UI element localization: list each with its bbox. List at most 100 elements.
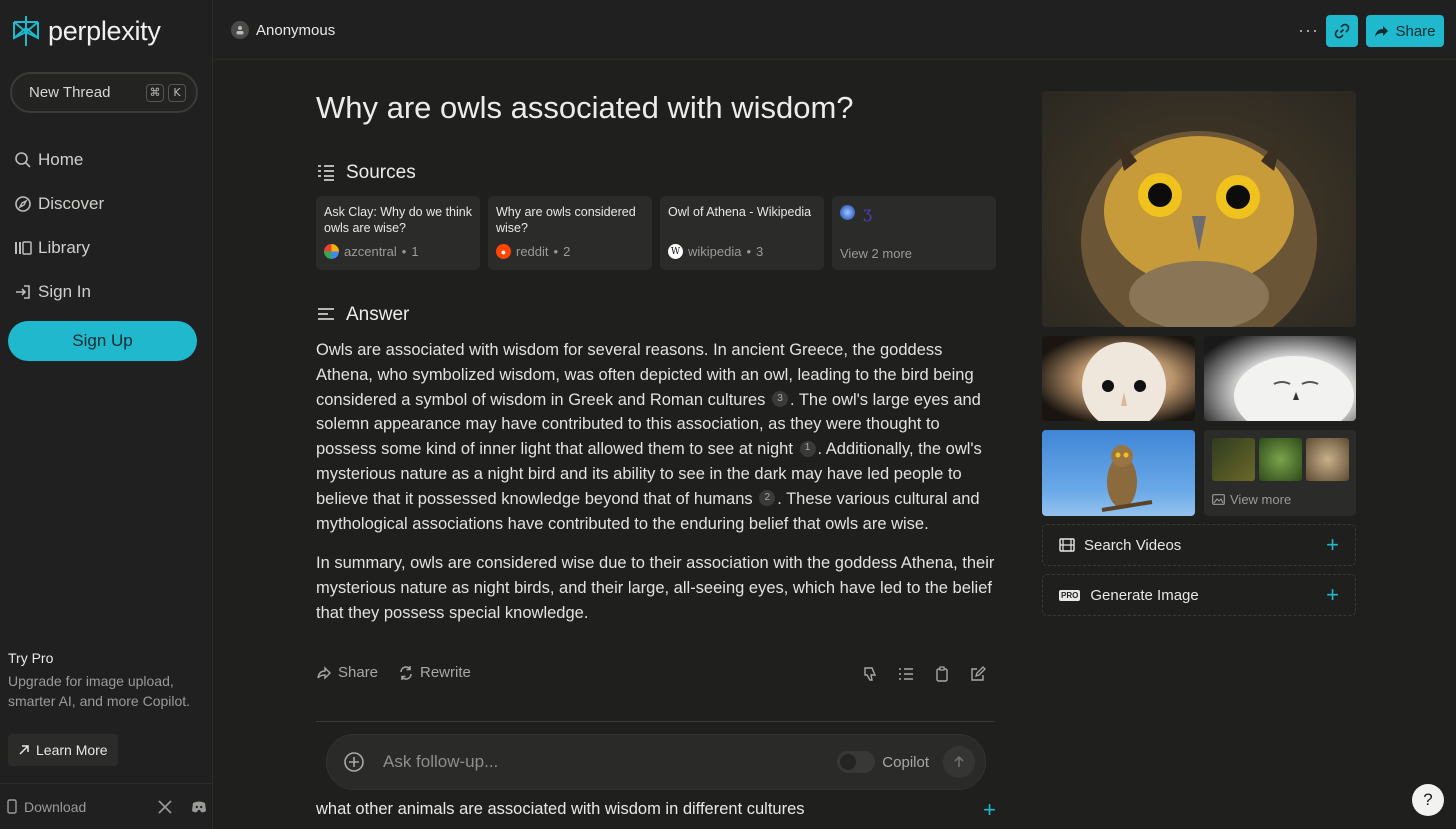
perplexity-logo[interactable]: perplexity xyxy=(10,14,161,48)
answer-paragraph: Owls are associated with wisdom for seve… xyxy=(316,338,996,536)
view-more-images-card[interactable]: View more xyxy=(1204,430,1356,516)
thumbs-down-icon[interactable] xyxy=(862,666,878,682)
plus-icon: + xyxy=(1326,532,1339,557)
copy-link-button[interactable] xyxy=(1326,15,1358,47)
try-pro-panel: Try Pro Upgrade for image upload, smarte… xyxy=(8,650,203,711)
search-videos-button[interactable]: Search Videos + xyxy=(1042,524,1356,566)
follow-up-bar: Ask follow-up... Copilot xyxy=(326,734,986,790)
sidebar-item-discover[interactable]: Discover xyxy=(14,182,104,226)
try-pro-title: Try Pro xyxy=(8,650,54,666)
source-dot: • xyxy=(401,244,407,259)
source-title: Owl of Athena - Wikipedia xyxy=(668,205,812,219)
arrow-up-right-icon xyxy=(19,745,29,755)
great-horned-owl-image xyxy=(1081,131,1317,327)
copy-icon[interactable] xyxy=(934,666,950,682)
source-card[interactable]: Owl of Athena - Wikipedia W wikipedia • … xyxy=(660,196,824,270)
try-pro-text: Upgrade for image upload, smarter AI, an… xyxy=(8,673,191,709)
source-dot: • xyxy=(746,244,752,259)
source-card[interactable]: Ask Clay: Why do we think owls are wise?… xyxy=(316,196,480,270)
snowy-owl-image[interactable] xyxy=(1204,336,1356,421)
plus-icon[interactable]: + xyxy=(983,797,996,823)
answer-body: Owls are associated with wisdom for seve… xyxy=(316,338,996,641)
sidebar-item-sign-in[interactable]: Sign In xyxy=(14,270,104,314)
related-question-text: what other animals are associated with w… xyxy=(316,800,805,818)
sidebar-item-label: Library xyxy=(38,238,90,257)
source-site: reddit xyxy=(516,244,549,259)
source-meta: W wikipedia • 3 xyxy=(668,244,763,259)
source-site: wikipedia xyxy=(688,244,742,259)
sources-heading-label: Sources xyxy=(346,162,416,183)
search-icon xyxy=(15,152,31,168)
owl-on-branch-image[interactable] xyxy=(1042,430,1195,516)
page-title: Why are owls associated with wisdom? xyxy=(316,90,854,125)
sidebar-item-label: Sign In xyxy=(38,282,91,301)
source-favicon-icon: ʒ xyxy=(863,203,873,222)
sources-list: Ask Clay: Why do we think owls are wise?… xyxy=(316,196,996,270)
perplexity-logo-icon xyxy=(13,16,39,46)
share-icon xyxy=(317,665,331,680)
more-options-button[interactable]: ··· xyxy=(1298,20,1319,41)
reddit-favicon-icon: ● xyxy=(496,244,511,259)
image-thumbnail xyxy=(1306,438,1349,481)
view-more-sources-card[interactable]: ʒ View 2 more xyxy=(832,196,996,270)
phone-icon xyxy=(7,799,17,814)
share-label: Share xyxy=(1395,22,1436,40)
download-link[interactable]: Download xyxy=(6,799,139,815)
answer-heading-label: Answer xyxy=(346,304,410,325)
rewrite-label: Rewrite xyxy=(420,664,471,681)
sidebar-footer: Download xyxy=(0,783,213,829)
copilot-label: Copilot xyxy=(882,753,929,771)
sidebar-item-label: Discover xyxy=(38,194,105,213)
help-button[interactable]: ? xyxy=(1412,784,1444,816)
more-source-favicons: ʒ xyxy=(840,203,988,222)
sources-list-icon[interactable] xyxy=(898,666,914,682)
answer-icon xyxy=(318,308,334,320)
sidebar-item-home[interactable]: Home xyxy=(14,138,104,182)
generate-image-button[interactable]: PRO Generate Image + xyxy=(1042,574,1356,616)
top-bar: Anonymous ··· Share xyxy=(214,0,1456,60)
learn-more-button[interactable]: Learn More xyxy=(8,734,118,766)
globe-favicon-icon xyxy=(840,205,855,220)
learn-more-label: Learn More xyxy=(36,742,108,758)
source-card[interactable]: Why are owls considered wise? ● reddit •… xyxy=(488,196,652,270)
new-thread-button[interactable]: New Thread ⌘ K xyxy=(10,72,198,113)
answer-actions: Share Rewrite xyxy=(316,664,996,684)
add-attachment-icon[interactable] xyxy=(343,751,365,773)
source-index: 3 xyxy=(756,244,764,259)
plus-icon: + xyxy=(1326,582,1339,607)
share-button[interactable]: Share xyxy=(1366,15,1444,47)
source-title: Why are owls considered wise? xyxy=(496,205,636,235)
copilot-toggle[interactable] xyxy=(837,751,876,773)
snowy-owl-face xyxy=(1234,356,1354,421)
follow-up-input[interactable]: Ask follow-up... xyxy=(383,752,837,772)
azcentral-favicon-icon xyxy=(324,244,339,259)
image-thumbnail xyxy=(1259,438,1302,481)
rewrite-button[interactable]: Rewrite xyxy=(398,664,471,681)
share-answer-button[interactable]: Share xyxy=(316,664,378,681)
new-thread-label: New Thread xyxy=(29,84,111,101)
source-index: 1 xyxy=(411,244,419,259)
compass-icon xyxy=(15,196,31,212)
library-icon xyxy=(15,241,32,255)
sources-heading: Sources xyxy=(316,162,416,184)
owl-perched-sky xyxy=(1101,445,1153,512)
owl-image-main[interactable] xyxy=(1042,91,1356,327)
related-question[interactable]: what other animals are associated with w… xyxy=(316,797,996,822)
sidebar-item-library[interactable]: Library xyxy=(14,226,104,270)
sign-up-button[interactable]: Sign Up xyxy=(8,321,197,361)
sign-in-icon xyxy=(16,285,30,299)
x-twitter-icon[interactable] xyxy=(157,799,173,815)
citation-badge[interactable]: 3 xyxy=(771,390,788,407)
share-arrow-icon xyxy=(1375,25,1389,37)
send-button[interactable] xyxy=(943,746,975,778)
barn-owl-image[interactable] xyxy=(1042,336,1195,421)
edit-icon[interactable] xyxy=(970,666,986,682)
search-videos-label: Search Videos xyxy=(1084,536,1182,554)
view-more-images-label: View more xyxy=(1230,492,1292,507)
image-icon xyxy=(1212,494,1225,505)
sidebar-nav: Home Discover Library Sign In xyxy=(14,138,104,314)
citation-badge[interactable]: 2 xyxy=(759,490,776,507)
citation-badge[interactable]: 1 xyxy=(799,440,816,457)
discord-icon[interactable] xyxy=(191,799,207,815)
source-meta: azcentral • 1 xyxy=(324,244,419,259)
